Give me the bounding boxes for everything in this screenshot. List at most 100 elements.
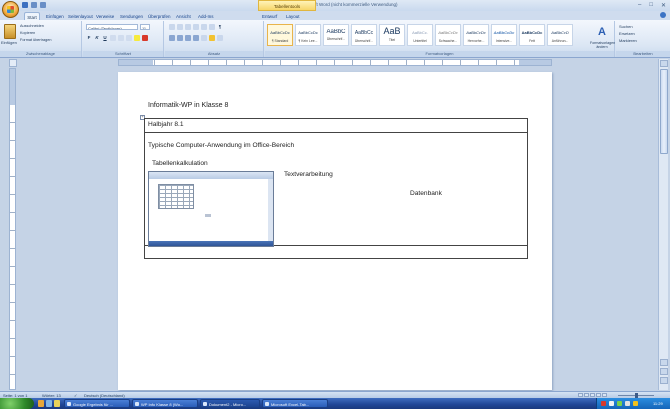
highlight-icon[interactable] [134, 35, 140, 41]
taskbar-item[interactable]: Google Ergebnis für ... [64, 399, 130, 408]
folder-icon[interactable] [54, 400, 60, 407]
justify-icon[interactable] [193, 35, 199, 41]
style-tile[interactable]: AaBbCc Überschrif... [351, 24, 377, 46]
spreadsheet-screenshot-image[interactable] [148, 171, 274, 247]
start-button[interactable] [0, 398, 34, 409]
vertical-ruler[interactable] [9, 68, 16, 390]
web-layout-view-icon[interactable] [590, 393, 595, 397]
change-styles-button[interactable]: A Formatvorlagen ändern [589, 22, 615, 49]
taskbar-item[interactable]: Microsoft Excel-Tab... [262, 399, 328, 408]
security-icon[interactable] [633, 401, 638, 406]
full-screen-view-icon[interactable] [584, 393, 589, 397]
style-tile[interactable]: AaBbC Überschrif... [323, 24, 349, 46]
cut-button[interactable]: Ausschneiden [20, 24, 44, 28]
next-page-button[interactable] [660, 377, 668, 384]
tab-selector[interactable] [9, 59, 17, 67]
align-right-icon[interactable] [185, 35, 191, 41]
font-color-icon[interactable] [142, 35, 148, 41]
minimize-button[interactable]: – [638, 2, 641, 9]
previous-page-button[interactable] [660, 359, 668, 366]
taskbar-item[interactable]: WP Info Klasse 8 (Wo... [132, 399, 198, 408]
style-tile[interactable]: AaBbCcDc ¶ Standard [267, 24, 293, 46]
close-button[interactable]: ✕ [661, 2, 666, 9]
align-center-icon[interactable] [177, 35, 183, 41]
style-tile[interactable]: AaB Titel [379, 24, 405, 46]
paste-icon[interactable] [4, 24, 16, 39]
copy-button[interactable]: Kopieren [20, 31, 35, 35]
tab-start[interactable]: Start [24, 12, 40, 20]
font-name-box[interactable]: Calibri (Textkörper) [86, 24, 138, 30]
tab-insert[interactable]: Einfügen [46, 12, 64, 20]
pilcrow-icon[interactable]: ¶ [217, 24, 223, 30]
multilevel-list-icon[interactable] [185, 24, 191, 30]
volume-icon[interactable] [625, 401, 630, 406]
select-button[interactable]: Markieren [619, 38, 637, 43]
clock: 11:29 [653, 401, 663, 406]
subscript-icon[interactable] [118, 35, 124, 41]
borders-icon[interactable] [217, 35, 223, 41]
image-scroll-area [268, 179, 273, 241]
italic-icon[interactable]: K [94, 35, 100, 41]
tab-view[interactable]: Ansicht [176, 12, 191, 20]
scroll-thumb[interactable] [660, 69, 668, 154]
browse-object-button[interactable] [660, 368, 668, 375]
right-margin-area [519, 60, 551, 65]
paste-button-label[interactable]: Einfügen [1, 40, 17, 45]
font-format-tools: F K U [86, 35, 148, 41]
style-sample: AaBbCcDc [298, 30, 318, 35]
style-sample: AaBbCc [354, 30, 374, 36]
tab-page-layout[interactable]: Seitenlayout [68, 12, 93, 20]
print-layout-view-icon[interactable] [578, 393, 583, 397]
change-styles-label: Formatvorlagen ändern [590, 41, 616, 49]
tab-addins[interactable]: Add-Ins [198, 12, 214, 20]
replace-button[interactable]: Ersetzen [619, 31, 635, 36]
outline-view-icon[interactable] [596, 393, 601, 397]
format-painter-button[interactable]: Format übertragen [20, 38, 51, 42]
ribbon: Einfügen Ausschneiden Kopieren Format üb… [0, 20, 670, 58]
numbering-icon[interactable] [177, 24, 183, 30]
shading-icon[interactable] [209, 35, 215, 41]
decrease-indent-icon[interactable] [193, 24, 199, 30]
style-tile[interactable]: AaBbCcDc Fett [519, 24, 545, 46]
style-tile[interactable]: AaBbCcDc Hervorhe... [463, 24, 489, 46]
align-left-icon[interactable] [169, 35, 175, 41]
alignment-tools [169, 35, 223, 41]
help-icon[interactable] [660, 12, 666, 18]
style-tile[interactable]: AaBbCcDc Intensive... [491, 24, 517, 46]
draft-view-icon[interactable] [602, 393, 607, 397]
style-sample: AaBbCcDc [466, 30, 486, 35]
explorer-icon[interactable] [46, 400, 52, 407]
sort-icon[interactable] [209, 24, 215, 30]
tab-mailings[interactable]: Sendungen [120, 12, 143, 20]
underline-icon[interactable]: U [102, 35, 108, 41]
tab-layout[interactable]: Layout [286, 12, 300, 20]
style-tile[interactable]: AaBbCcDc Schwache... [435, 24, 461, 46]
tab-references[interactable]: Verweise [96, 12, 114, 20]
maximize-button[interactable]: □ [649, 2, 653, 9]
tab-review[interactable]: Überprüfen [148, 12, 171, 20]
superscript-icon[interactable] [126, 35, 132, 41]
firefox-icon[interactable] [38, 400, 44, 407]
font-size-box[interactable]: 11 [140, 24, 150, 30]
font-group: Calibri (Textkörper) 11 F K U Schriftart [83, 21, 164, 57]
document-heading: Informatik-WP in Klasse 8 [148, 102, 229, 109]
tray-app-icon[interactable] [609, 401, 614, 406]
increase-indent-icon[interactable] [201, 24, 207, 30]
bullets-icon[interactable] [169, 24, 175, 30]
horizontal-ruler[interactable] [118, 59, 552, 66]
network-icon[interactable] [617, 401, 622, 406]
style-tile[interactable]: AaBbCcDc ¶ Kein Lee... [295, 24, 321, 46]
style-name: Anführun... [551, 39, 569, 43]
taskbar-item-active[interactable]: Dokument2 - Micro... [200, 399, 260, 408]
bold-icon[interactable]: F [86, 35, 92, 41]
scroll-up-button[interactable] [660, 60, 668, 67]
style-tile[interactable]: AaBbCc. Untertitel [407, 24, 433, 46]
tray-app-icon[interactable] [601, 401, 606, 406]
strikethrough-icon[interactable] [110, 35, 116, 41]
line-spacing-icon[interactable] [201, 35, 207, 41]
office-button[interactable] [2, 1, 19, 18]
find-button[interactable]: Suchen [619, 24, 633, 29]
tab-design[interactable]: Entwurf [262, 12, 277, 20]
vertical-scrollbar[interactable] [658, 59, 668, 390]
style-tile[interactable]: AaBbCcD Anführun... [547, 24, 573, 46]
